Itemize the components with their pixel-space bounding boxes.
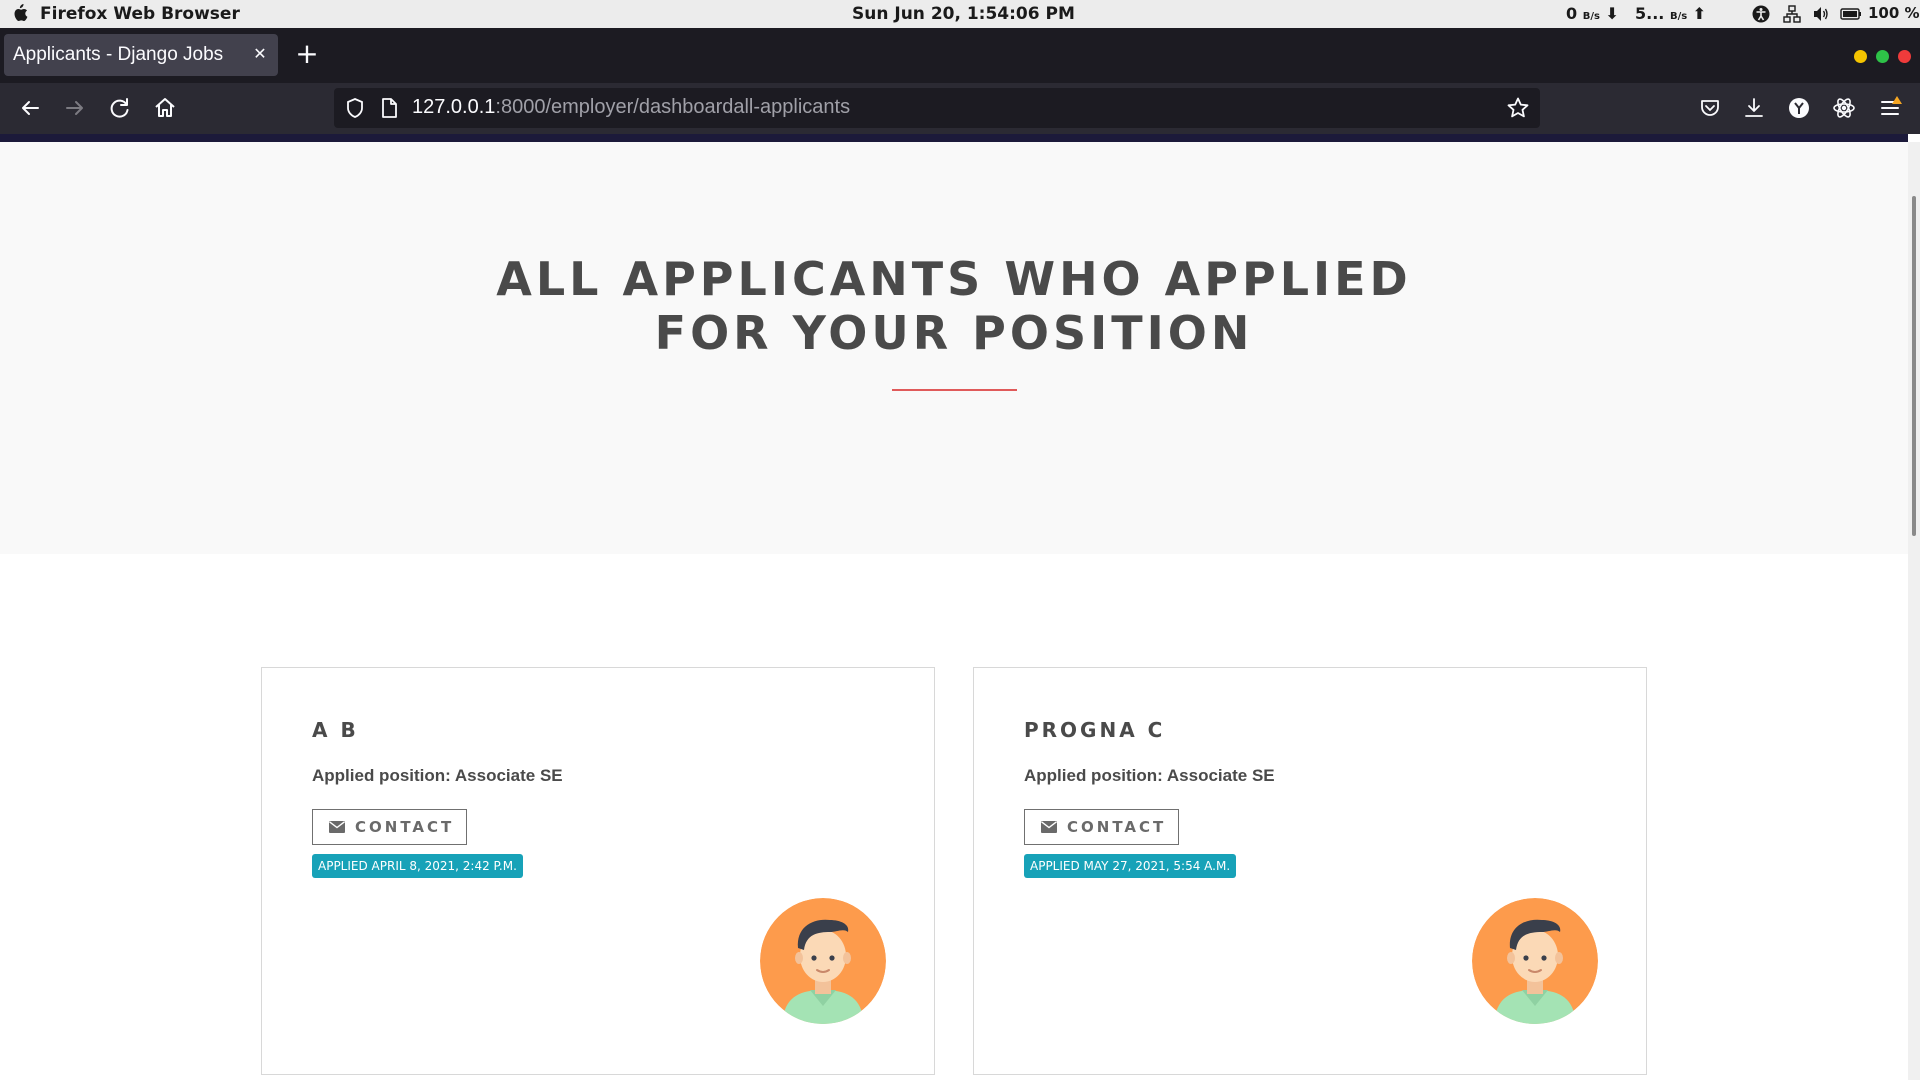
forward-icon[interactable]: [59, 92, 91, 124]
applied-date-badge: APPLIED APRIL 8, 2021, 2:42 P.M.: [312, 854, 523, 878]
url-text[interactable]: 127.0.0.1:8000/employer/dashboardall-app…: [412, 96, 850, 119]
volume-icon[interactable]: [1812, 5, 1830, 23]
tab-applicants[interactable]: Applicants - Django Jobs ✕: [4, 34, 278, 76]
url-path: :8000/employer/dashboardall-applicants: [495, 96, 851, 118]
page-title-line-1: ALL APPLICANTS WHO APPLIED: [496, 252, 1412, 306]
bookmark-star-icon[interactable]: [1506, 96, 1530, 120]
mail-icon: [329, 821, 345, 833]
browser-tab-strip: Applicants - Django Jobs ✕ +: [0, 28, 1920, 83]
applicant-card: A B Applied position: Associate SE CONTA…: [261, 667, 935, 1075]
contact-button-label: CONTACT: [1067, 818, 1167, 836]
net-up-rate: 5... B/s ⬆: [1635, 4, 1706, 23]
network-icon[interactable]: [1783, 5, 1801, 23]
net-down-value: 0: [1566, 4, 1578, 23]
title-underline: [892, 389, 1017, 391]
page-title-line-2: FOR YOUR POSITION: [654, 306, 1254, 360]
account-icon[interactable]: [1786, 95, 1812, 121]
upload-arrow-icon: ⬆: [1692, 4, 1707, 23]
mail-icon: [1041, 821, 1057, 833]
avatar-icon: [1472, 898, 1598, 1024]
menu-icon[interactable]: [1878, 95, 1904, 121]
browser-nav-bar: 127.0.0.1:8000/employer/dashboardall-app…: [0, 83, 1920, 134]
shield-icon[interactable]: [344, 97, 366, 119]
contact-button-label: CONTACT: [355, 818, 455, 836]
applicant-name: PROGNA C: [1024, 718, 1166, 742]
applied-position: Applied position: Associate SE: [1024, 766, 1275, 785]
applicant-card: PROGNA C Applied position: Associate SE …: [973, 667, 1647, 1075]
net-down-rate: 0 B/s ⬇: [1566, 4, 1619, 23]
applied-position: Applied position: Associate SE: [312, 766, 563, 785]
tab-title: Applicants - Django Jobs: [13, 44, 224, 65]
applied-date-badge: APPLIED MAY 27, 2021, 5:54 A.M.: [1024, 854, 1237, 878]
site-header-edge: [0, 134, 1908, 142]
extensions-icon[interactable]: [1831, 95, 1857, 121]
clock[interactable]: Sun Jun 20, 1:54:06 PM: [852, 4, 1075, 24]
avatar-icon: [760, 898, 886, 1024]
net-up-unit: B/s: [1669, 11, 1688, 22]
home-icon[interactable]: [149, 92, 181, 124]
battery-percentage[interactable]: 100 %: [1868, 4, 1920, 22]
net-up-value: 5...: [1635, 4, 1665, 23]
page-icon[interactable]: [378, 97, 400, 119]
scrollbar-thumb[interactable]: [1912, 196, 1916, 536]
net-down-unit: B/s: [1582, 11, 1600, 22]
applicant-name: A B: [312, 718, 359, 742]
close-window-button[interactable]: [1898, 50, 1911, 63]
url-host: 127.0.0.1: [412, 96, 496, 118]
hero-section: ALL APPLICANTS WHO APPLIED FOR YOUR POSI…: [0, 142, 1908, 554]
minimize-button[interactable]: [1854, 50, 1867, 63]
download-arrow-icon: ⬇: [1605, 4, 1619, 23]
close-icon[interactable]: ✕: [248, 42, 272, 66]
url-bar[interactable]: 127.0.0.1:8000/employer/dashboardall-app…: [334, 88, 1540, 128]
contact-button[interactable]: CONTACT: [1024, 809, 1179, 845]
plus-icon[interactable]: +: [292, 40, 322, 70]
contact-button[interactable]: CONTACT: [312, 809, 467, 845]
maximize-button[interactable]: [1876, 50, 1889, 63]
active-app-name[interactable]: Firefox Web Browser: [40, 4, 240, 24]
accessibility-icon[interactable]: [1752, 5, 1770, 23]
os-top-bar: Firefox Web Browser Sun Jun 20, 1:54:06 …: [0, 0, 1920, 28]
pocket-icon[interactable]: [1697, 95, 1723, 121]
back-icon[interactable]: [14, 92, 46, 124]
page-title: ALL APPLICANTS WHO APPLIED FOR YOUR POSI…: [0, 252, 1908, 360]
reload-icon[interactable]: [104, 92, 136, 124]
apple-icon[interactable]: [12, 4, 28, 22]
downloads-icon[interactable]: [1741, 95, 1767, 121]
battery-icon[interactable]: [1840, 5, 1862, 23]
